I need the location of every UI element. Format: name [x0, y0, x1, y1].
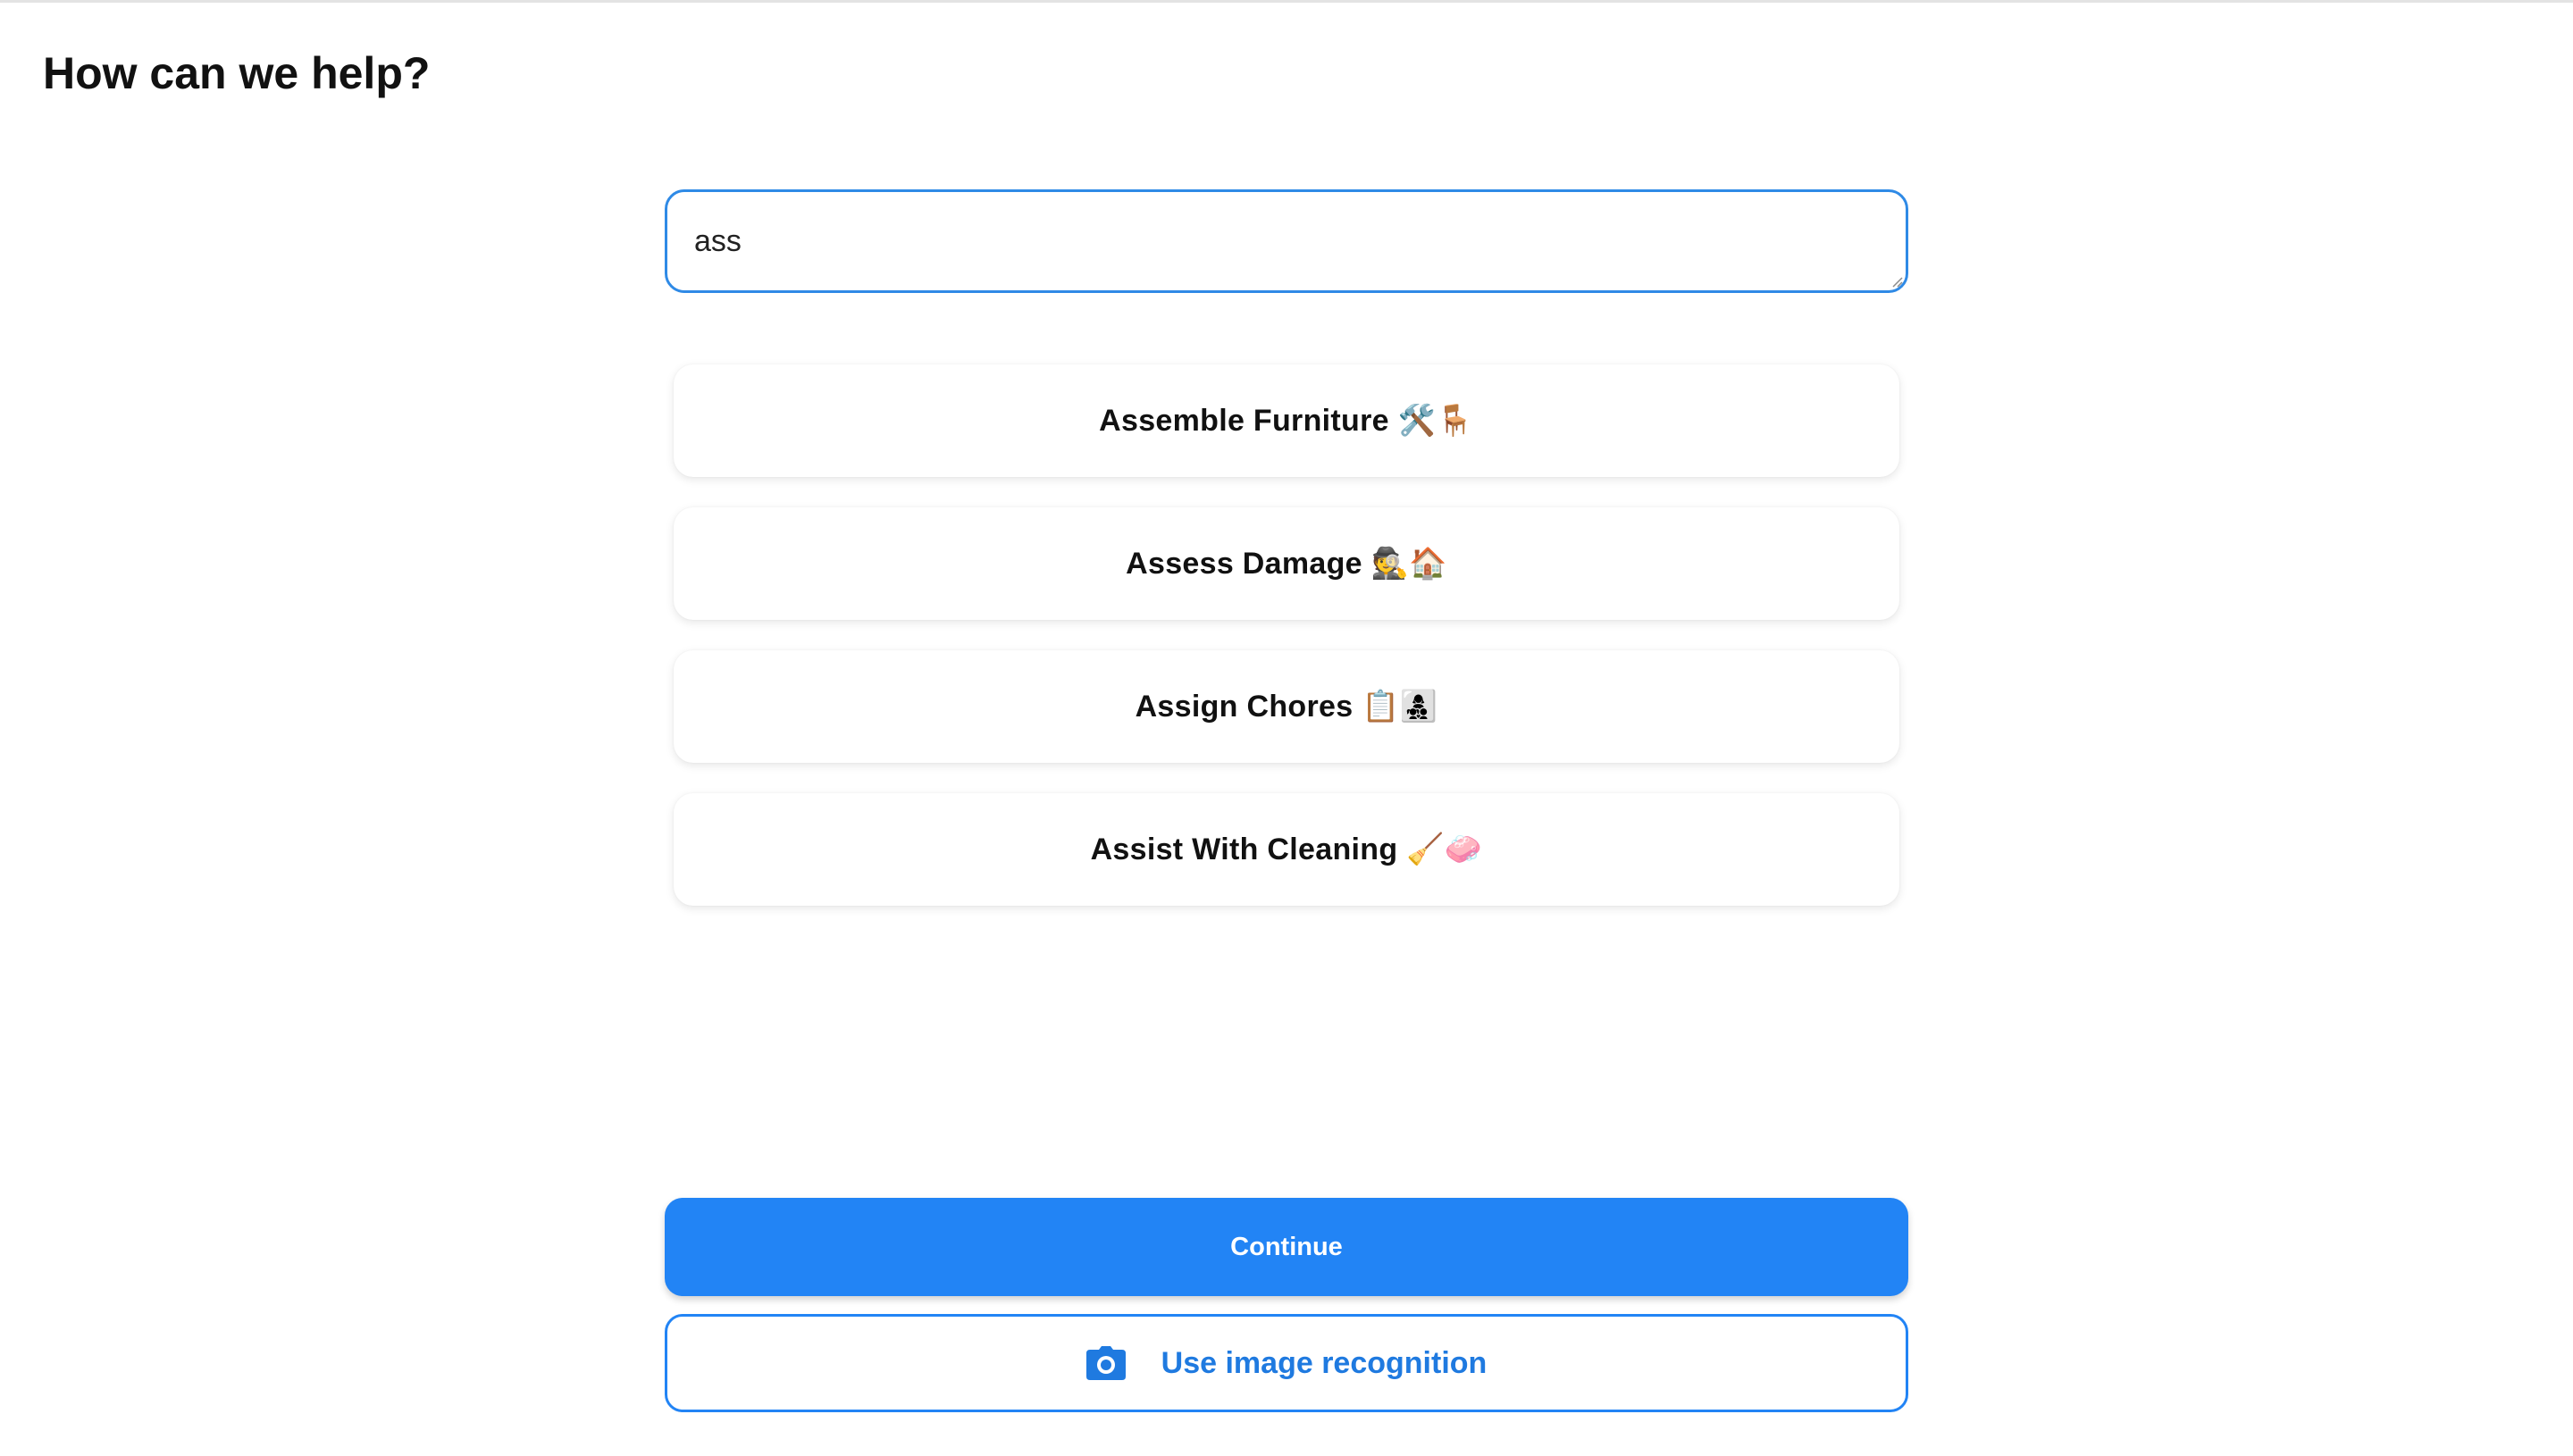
continue-button[interactable]: Continue	[665, 1198, 1908, 1296]
search-field[interactable]	[665, 189, 1908, 293]
top-divider	[0, 0, 2573, 3]
page-title: How can we help?	[43, 48, 431, 98]
camera-icon	[1085, 1346, 1126, 1380]
suggestion-label: Assess Damage 🕵️🏠	[1126, 547, 1447, 581]
suggestion-assemble-furniture[interactable]: Assemble Furniture 🛠️🪑	[674, 364, 1899, 477]
suggestion-label: Assist With Cleaning 🧹🧼	[1090, 833, 1483, 866]
suggestion-list: Assemble Furniture 🛠️🪑 Assess Damage 🕵️🏠…	[674, 364, 1899, 936]
search-input[interactable]	[694, 192, 1856, 290]
suggestion-label: Assign Chores 📋👩‍👧‍👦	[1135, 690, 1438, 724]
suggestion-assess-damage[interactable]: Assess Damage 🕵️🏠	[674, 507, 1899, 620]
suggestion-label: Assemble Furniture 🛠️🪑	[1099, 404, 1474, 438]
suggestion-assign-chores[interactable]: Assign Chores 📋👩‍👧‍👦	[674, 650, 1899, 763]
image-recognition-button[interactable]: Use image recognition	[665, 1314, 1908, 1412]
resize-grip-icon[interactable]	[1890, 275, 1903, 288]
image-recognition-label: Use image recognition	[1161, 1345, 1488, 1380]
suggestion-assist-with-cleaning[interactable]: Assist With Cleaning 🧹🧼	[674, 793, 1899, 906]
